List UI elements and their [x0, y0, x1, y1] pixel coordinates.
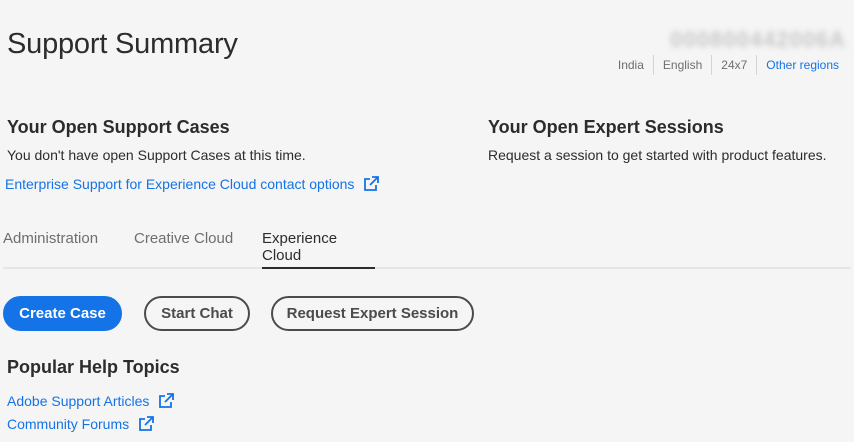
- external-link-icon: [362, 175, 380, 193]
- request-expert-session-button[interactable]: Request Expert Session: [271, 296, 474, 331]
- region-country[interactable]: India: [609, 55, 653, 75]
- region-language[interactable]: English: [652, 55, 711, 75]
- start-chat-button[interactable]: Start Chat: [144, 296, 250, 331]
- page-title: Support Summary: [7, 28, 238, 60]
- tab-creative-cloud[interactable]: Creative Cloud: [134, 230, 233, 269]
- tabs-divider: [3, 267, 851, 269]
- popular-help-topics-title: Popular Help Topics: [7, 357, 180, 377]
- other-regions-link[interactable]: Other regions: [756, 55, 848, 75]
- open-support-cases-title: Your Open Support Cases: [7, 117, 230, 137]
- tab-experience-cloud-label: Experience Cloud: [262, 230, 338, 264]
- tab-administration[interactable]: Administration: [3, 230, 98, 269]
- adobe-support-articles-link[interactable]: Adobe Support Articles: [7, 392, 175, 410]
- support-cases-status: You don't have open Support Cases at thi…: [7, 147, 306, 163]
- open-expert-sessions-title: Your Open Expert Sessions: [488, 117, 724, 137]
- region-selector: India English 24x7 Other regions: [609, 55, 848, 75]
- enterprise-support-link[interactable]: Enterprise Support for Experience Cloud …: [5, 175, 380, 193]
- region-hours: 24x7: [711, 55, 756, 75]
- account-id: 000800442006A: [670, 27, 846, 52]
- external-link-icon: [157, 392, 175, 410]
- community-forums-link[interactable]: Community Forums: [7, 415, 155, 433]
- enterprise-support-link-label: Enterprise Support for Experience Cloud …: [5, 176, 355, 192]
- expert-sessions-status: Request a session to get started with pr…: [488, 147, 827, 163]
- external-link-icon: [137, 415, 155, 433]
- community-forums-label: Community Forums: [7, 416, 130, 432]
- adobe-support-articles-label: Adobe Support Articles: [7, 393, 150, 409]
- active-tab-indicator: [262, 267, 375, 269]
- product-tabs: Administration Creative Cloud Experience…: [3, 224, 851, 269]
- tab-experience-cloud[interactable]: Experience Cloud: [262, 230, 375, 269]
- create-case-button[interactable]: Create Case: [3, 296, 122, 331]
